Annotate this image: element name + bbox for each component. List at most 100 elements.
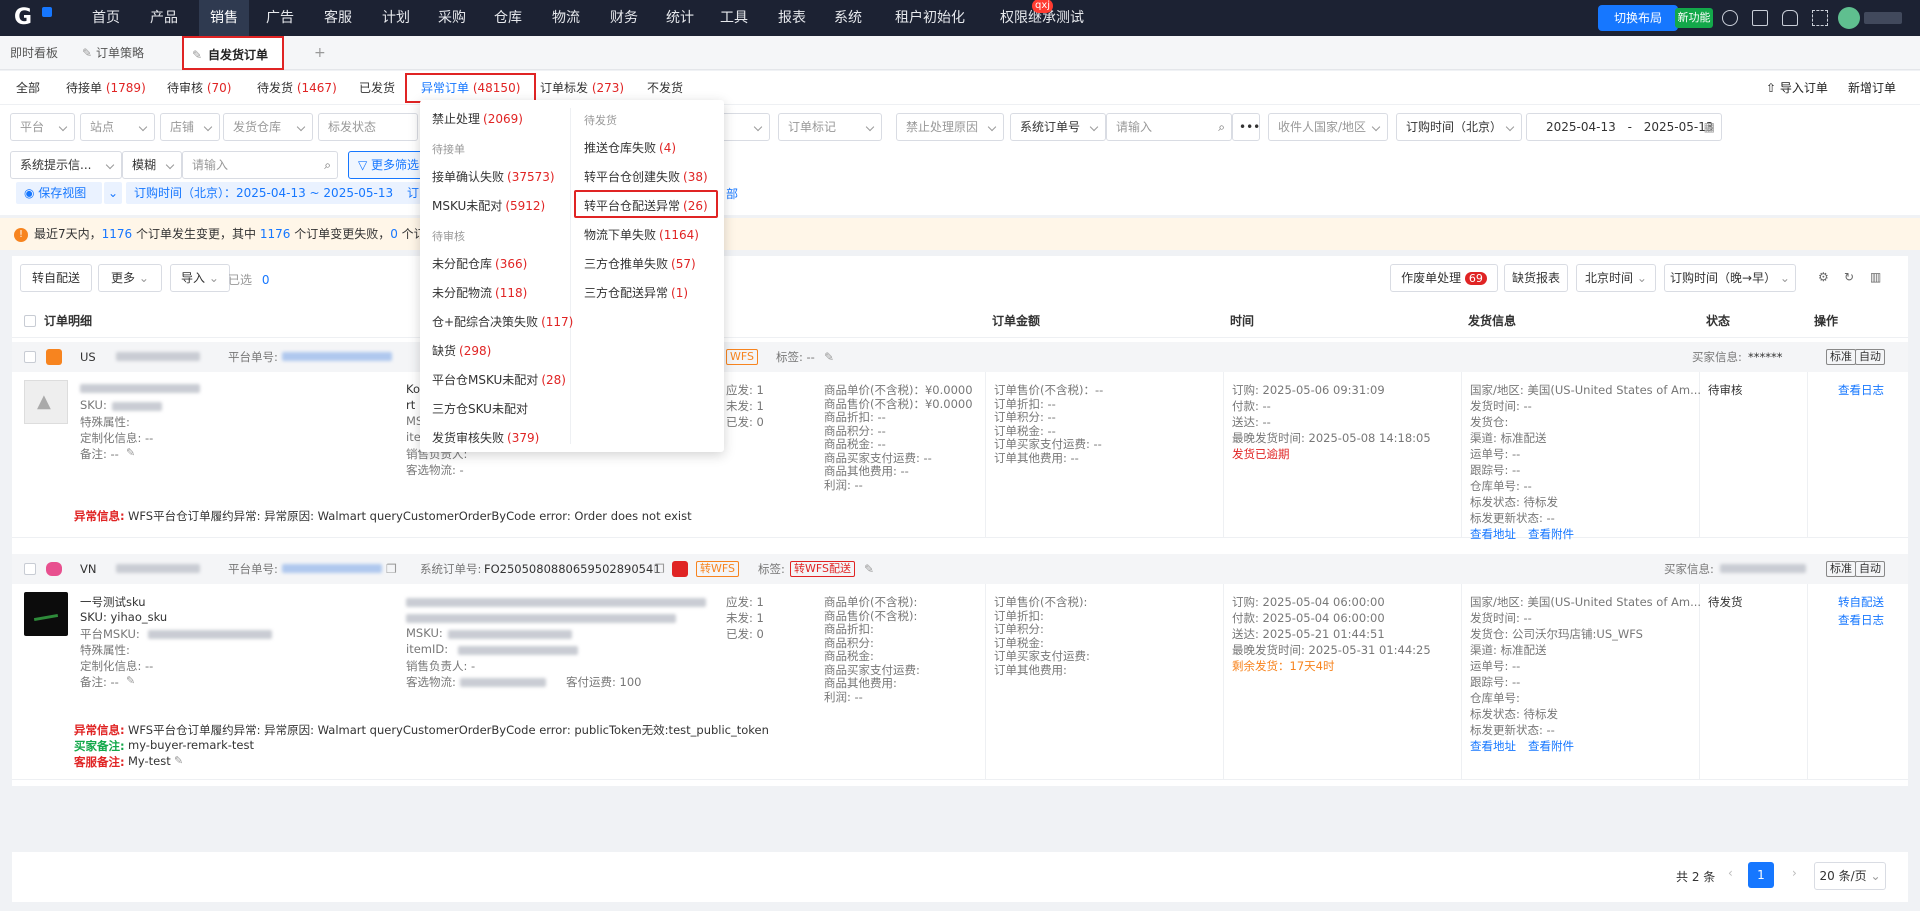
switch-layout-button[interactable]: 切换布局: [1598, 5, 1678, 31]
nav-item[interactable]: 销售: [199, 0, 249, 36]
edit-icon[interactable]: ✎: [126, 674, 135, 687]
tab-order-strategy[interactable]: ✎ 订单策略: [82, 36, 144, 70]
status-tab-pending-review[interactable]: 待审核 (70): [167, 71, 231, 105]
view-attachment-link[interactable]: 查看附件: [1528, 526, 1574, 542]
nav-item[interactable]: 系统: [826, 0, 870, 36]
dropdown-item[interactable]: 三方仓SKU未配对: [432, 400, 531, 417]
view-attachment-link[interactable]: 查看附件: [1528, 738, 1574, 754]
new-order-link[interactable]: 新增订单: [1848, 71, 1896, 105]
status-tab-abnormal[interactable]: 异常订单 (48150): [405, 73, 537, 103]
more-actions-button[interactable]: 更多 ⌄: [98, 264, 162, 292]
settings-icon[interactable]: ⚙: [1818, 270, 1829, 284]
dropdown-item[interactable]: 未分配物流 (118): [432, 284, 527, 301]
dropdown-item[interactable]: 接单确认失败 (37573): [432, 168, 555, 185]
tab-self-ship-orders[interactable]: ✎ 自发货订单: [182, 36, 284, 70]
nav-item[interactable]: 权限继承测试 qxj: [986, 0, 1098, 36]
edit-icon[interactable]: ✎: [126, 446, 135, 459]
date-range-picker[interactable]: 2025-04-13 - 2025-05-13 ▦: [1526, 113, 1722, 141]
refresh-icon[interactable]: ↻: [1844, 270, 1854, 284]
void-order-button[interactable]: 作废单处理 69: [1390, 264, 1498, 292]
dropdown-item[interactable]: 转平台仓创建失败 (38): [584, 168, 708, 185]
shortage-report-button[interactable]: 缺货报表: [1504, 264, 1568, 292]
nav-item[interactable]: 财务: [602, 0, 646, 36]
view-log-link[interactable]: 查看日志: [1838, 612, 1884, 628]
dropdown-item[interactable]: 未分配仓库 (366): [432, 255, 527, 272]
username-blurred[interactable]: [1864, 12, 1902, 24]
page-size-select[interactable]: 20 条/页 ⌄: [1814, 862, 1886, 890]
system-hint-select[interactable]: 系统提示信...: [10, 151, 122, 179]
nav-item[interactable]: 客服: [316, 0, 360, 36]
add-tab-button[interactable]: +: [314, 36, 326, 70]
order-checkbox[interactable]: [24, 563, 36, 575]
task-icon[interactable]: [1752, 10, 1768, 26]
status-tab-pending-ship[interactable]: 待发货 (1467): [257, 71, 337, 105]
order-search-input[interactable]: 请输入 ⌕: [1106, 113, 1232, 141]
import-order-link[interactable]: ⇧ 导入订单: [1766, 71, 1828, 105]
timezone-select[interactable]: 北京时间 ⌄: [1576, 264, 1656, 292]
edit-icon[interactable]: ✎: [864, 554, 874, 584]
save-view-button[interactable]: ◉ 保存视图: [16, 182, 102, 204]
dropdown-item[interactable]: 三方仓推单失败 (57): [584, 255, 696, 272]
site-select[interactable]: 站点: [80, 113, 155, 141]
dropdown-item[interactable]: 发货审核失败 (379): [432, 429, 539, 446]
help-icon[interactable]: [1722, 10, 1738, 26]
warehouse-select[interactable]: 发货仓库: [223, 113, 313, 141]
dropdown-item[interactable]: 物流下单失败 (1164): [584, 226, 699, 243]
import-button[interactable]: 导入 ⌄: [170, 264, 230, 292]
next-page-button[interactable]: ›: [1792, 866, 1797, 880]
dropdown-item[interactable]: 仓+配综合决策失败 (117): [432, 313, 573, 330]
nav-item[interactable]: 广告: [258, 0, 302, 36]
nav-item[interactable]: 仓库: [486, 0, 530, 36]
order-tag-select[interactable]: 订单标记: [778, 113, 882, 141]
tab-dashboard[interactable]: 即时看板: [10, 36, 58, 70]
user-avatar[interactable]: [1838, 7, 1860, 29]
keyword-input[interactable]: 请输入 ⌕: [182, 151, 338, 179]
search-icon[interactable]: ⌕: [324, 152, 331, 178]
columns-icon[interactable]: ▥: [1870, 270, 1881, 284]
order-checkbox[interactable]: [24, 351, 36, 363]
copy-icon[interactable]: ❐: [654, 554, 665, 584]
status-tab-shipped[interactable]: 已发货: [359, 71, 395, 105]
dropdown-item[interactable]: MSKU未配对 (5912): [432, 197, 545, 214]
sort-select[interactable]: 订购时间（晚→早） ⌄: [1664, 264, 1796, 292]
prev-page-button[interactable]: ‹: [1728, 866, 1733, 880]
view-address-link[interactable]: 查看地址: [1470, 738, 1516, 754]
view-log-link[interactable]: 查看日志: [1838, 382, 1884, 398]
dropdown-item[interactable]: 禁止处理 (2069): [432, 110, 523, 127]
more-filters-button[interactable]: ▽ 更多筛选: [348, 151, 424, 179]
marking-status-select[interactable]: 标发状态: [318, 113, 418, 141]
nav-item[interactable]: 产品: [142, 0, 186, 36]
save-view-dropdown[interactable]: ⌄: [104, 182, 122, 204]
dropdown-item[interactable]: 平台仓MSKU未配对 (28): [432, 371, 566, 388]
status-tab-pending-accept[interactable]: 待接单 (1789): [66, 71, 146, 105]
store-select[interactable]: 店铺: [160, 113, 220, 141]
edit-icon[interactable]: ✎: [824, 342, 834, 372]
dropdown-item[interactable]: 推送仓库失败 (4): [584, 139, 676, 156]
copy-icon[interactable]: ❐: [386, 554, 397, 584]
more-options-button[interactable]: •••: [1232, 113, 1260, 141]
new-feature-button[interactable]: 新功能: [1675, 8, 1713, 28]
nav-item[interactable]: 工具: [712, 0, 756, 36]
stop-reason-select[interactable]: 禁止处理原因: [896, 113, 1004, 141]
search-icon[interactable]: ⌕: [1218, 114, 1225, 140]
to-self-ship-link[interactable]: 转自配送: [1838, 594, 1884, 610]
match-mode-select[interactable]: 模糊: [122, 151, 182, 179]
edit-icon[interactable]: ✎: [174, 754, 183, 767]
nav-item[interactable]: 首页: [84, 0, 128, 36]
nav-item[interactable]: 统计: [658, 0, 702, 36]
search-field-select[interactable]: 系统订单号: [1010, 113, 1106, 141]
nav-item[interactable]: 租户初始化: [884, 0, 976, 36]
fullscreen-icon[interactable]: [1812, 10, 1828, 26]
buyer-country-select[interactable]: 收件人国家/地区: [1268, 113, 1388, 141]
view-address-link[interactable]: 查看地址: [1470, 526, 1516, 542]
page-1-button[interactable]: 1: [1748, 862, 1774, 888]
brand-logo[interactable]: G: [14, 5, 58, 31]
select-all-checkbox[interactable]: [24, 315, 36, 327]
to-self-ship-button[interactable]: 转自配送: [20, 264, 92, 292]
platform-select[interactable]: 平台: [10, 113, 75, 141]
nav-item[interactable]: 计划: [374, 0, 418, 36]
order-time-select[interactable]: 订购时间（北京）: [1396, 113, 1522, 141]
bell-icon[interactable]: [1782, 10, 1798, 26]
nav-item[interactable]: 报表: [770, 0, 814, 36]
status-tab-all[interactable]: 全部: [16, 71, 40, 105]
